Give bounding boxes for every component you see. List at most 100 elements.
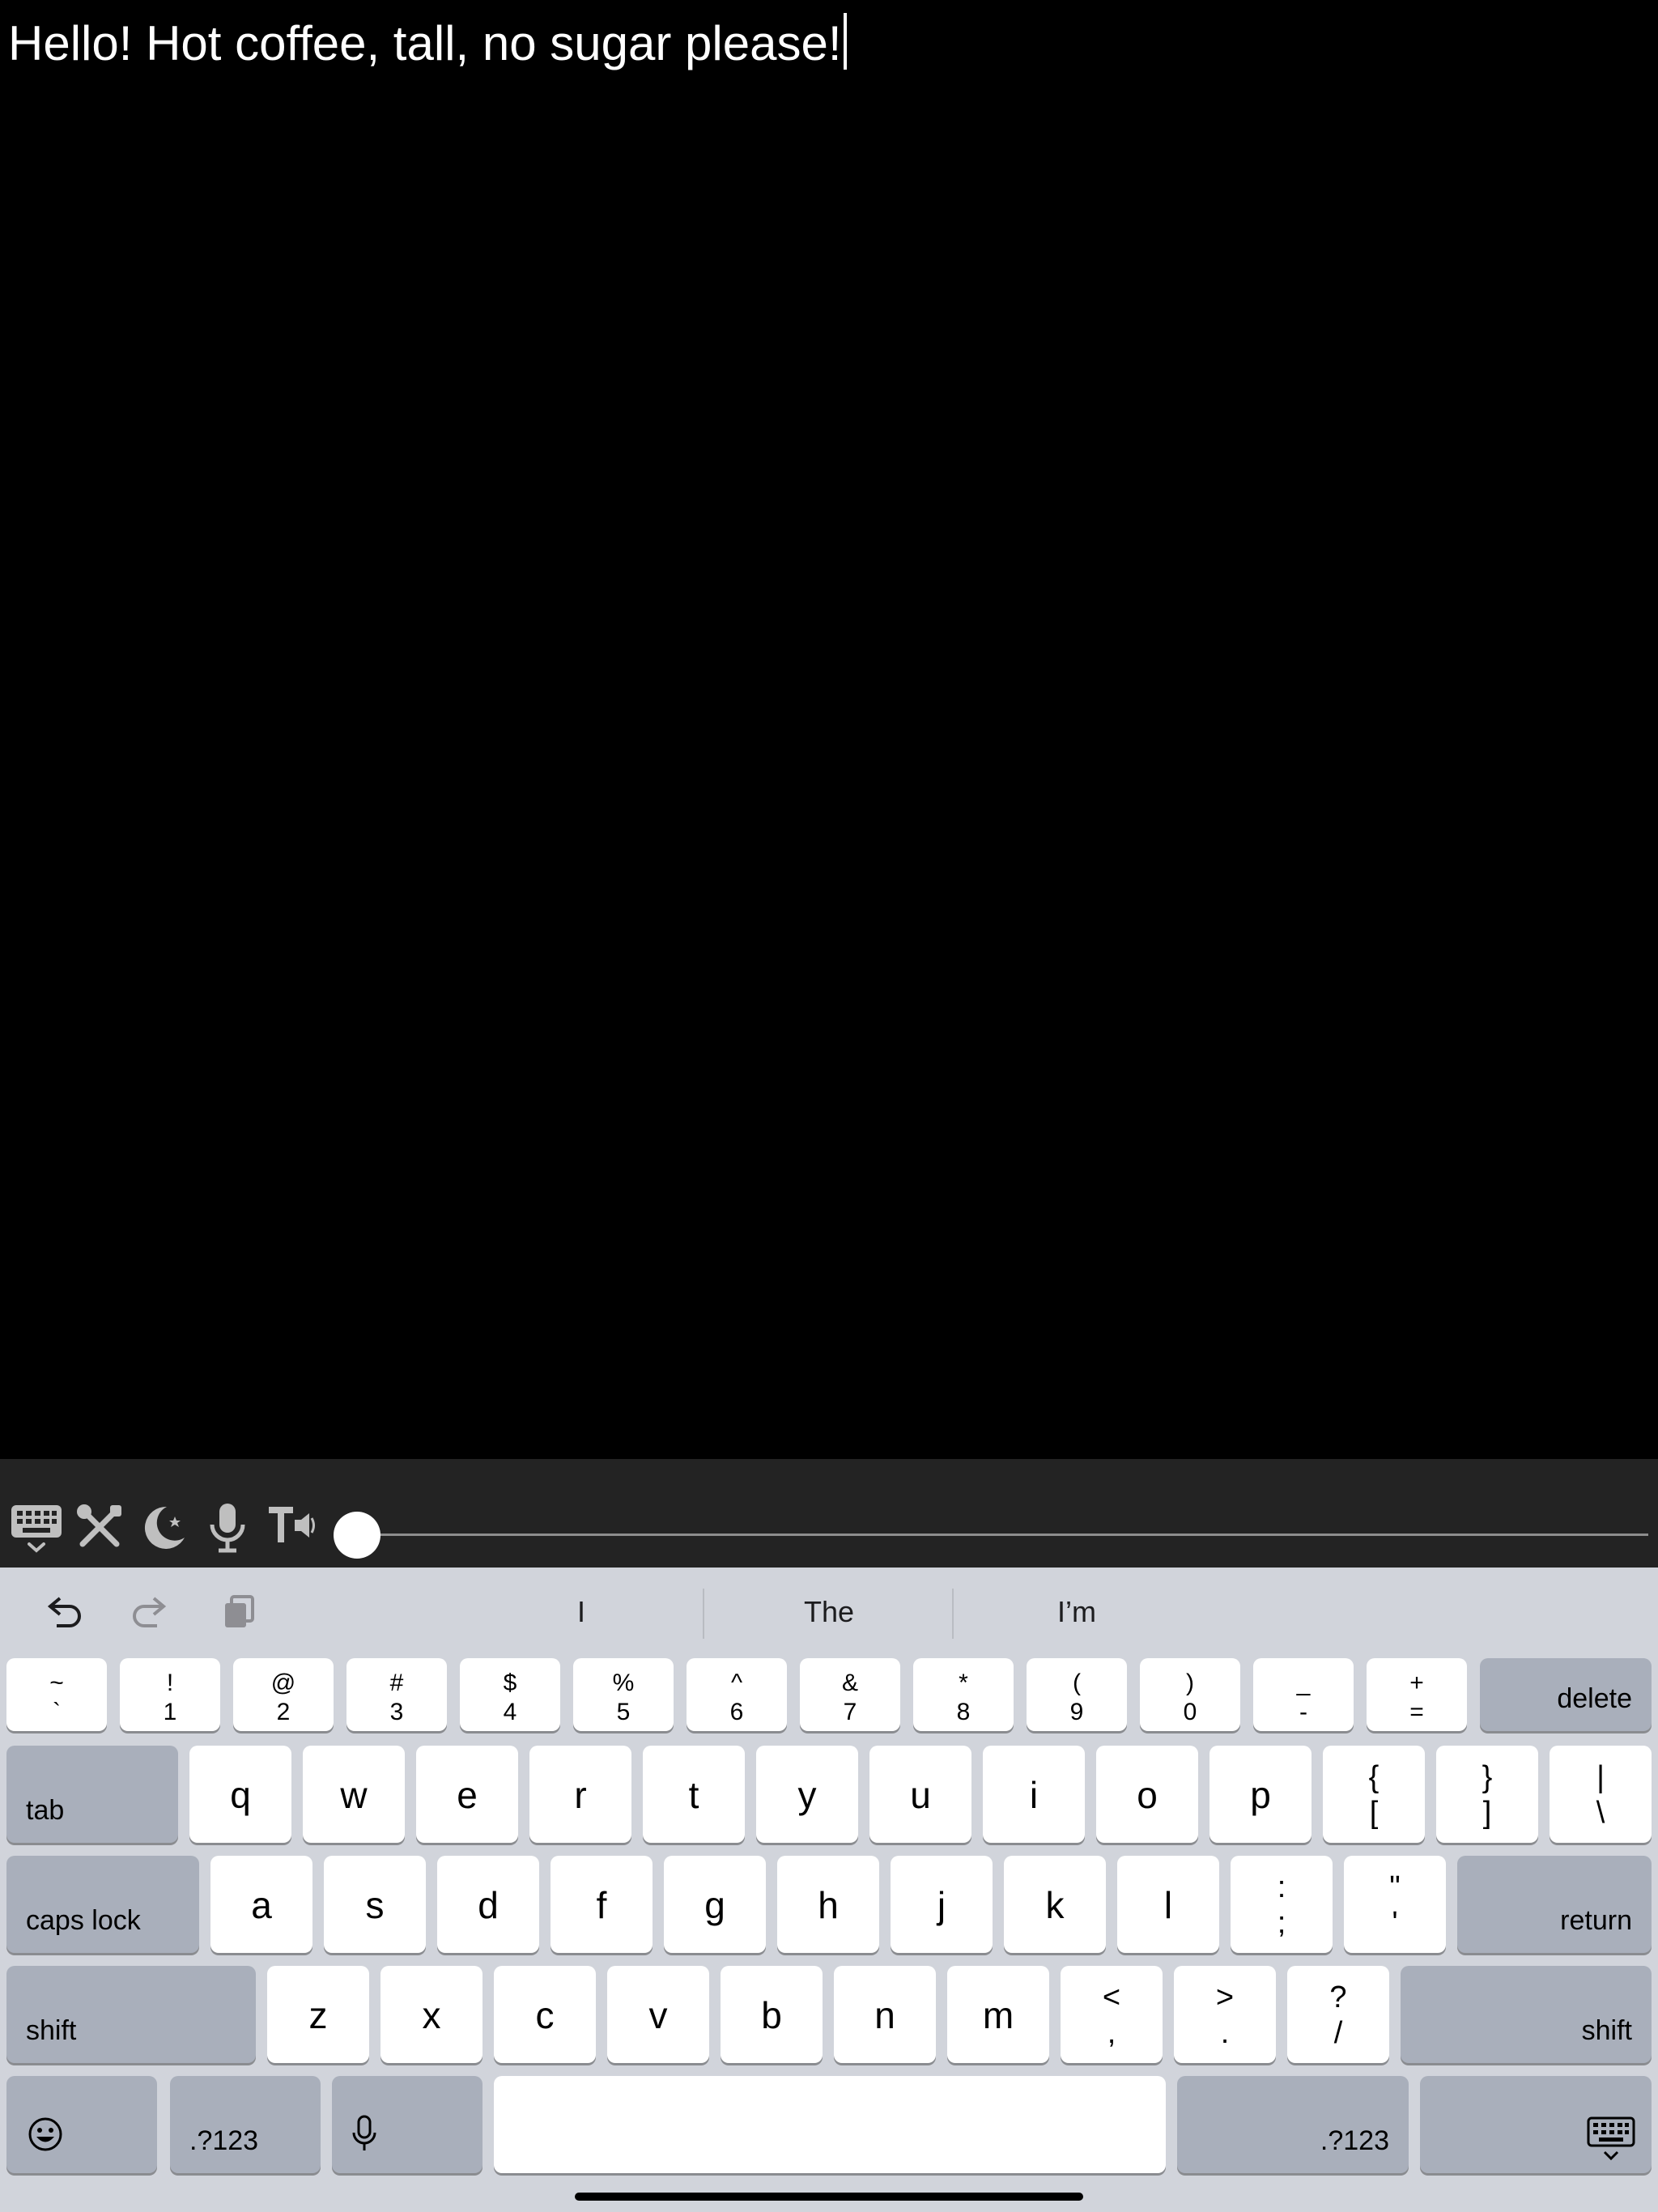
speech-rate-slider-track[interactable] (356, 1534, 1648, 1536)
key-letter: e (457, 1774, 478, 1816)
text-to-speech-icon[interactable] (267, 1502, 317, 1547)
key-symbol-top: ^ (730, 1670, 743, 1696)
key-6[interactable]: ^ 6 (687, 1658, 787, 1731)
key-1[interactable]: ! 1 (120, 1658, 220, 1731)
key-5[interactable]: % 5 (573, 1658, 674, 1731)
key-right-bracket[interactable]: }] (1436, 1746, 1538, 1843)
typed-text-content: Hello! Hot coffee, tall, no sugar please… (8, 16, 842, 70)
numbers-key-left[interactable]: .?123 (170, 2076, 321, 2173)
key-symbol-top: { (1368, 1760, 1380, 1794)
key-equals[interactable]: + = (1367, 1658, 1467, 1731)
key-letter: f (596, 1884, 607, 1926)
paste-icon[interactable] (222, 1593, 257, 1631)
key-i[interactable]: i (983, 1746, 1085, 1843)
key-backslash[interactable]: | \ (1550, 1746, 1652, 1843)
key-j[interactable]: j (891, 1856, 993, 1953)
key-minus[interactable]: _ - (1253, 1658, 1354, 1731)
key-symbol-bottom: 7 (843, 1699, 857, 1725)
key-letter: y (797, 1774, 817, 1816)
key-k[interactable]: k (1004, 1856, 1106, 1953)
numbers-key-label: .?123 (1320, 2125, 1389, 2156)
redo-icon[interactable] (130, 1593, 170, 1631)
key-symbol-bottom: 9 (1069, 1699, 1084, 1725)
key-z[interactable]: z (267, 1966, 369, 2063)
key-h[interactable]: h (777, 1856, 879, 1953)
speech-rate-slider-thumb[interactable] (334, 1512, 380, 1559)
undo-icon[interactable] (44, 1593, 84, 1631)
key-symbol-top: & (841, 1670, 858, 1696)
key-symbol-bottom: 1 (163, 1699, 177, 1725)
key-symbol-bottom: \ (1596, 1796, 1605, 1830)
key-symbol-bottom: , (1107, 2016, 1116, 2050)
key-backtick[interactable]: ~ ` (6, 1658, 107, 1731)
dismiss-keyboard-key[interactable] (1420, 2076, 1652, 2173)
key-u[interactable]: u (869, 1746, 971, 1843)
emoji-icon (28, 2117, 62, 2151)
key-q[interactable]: q (189, 1746, 291, 1843)
shift-key-right[interactable]: shift (1401, 1966, 1652, 2063)
key-semicolon[interactable]: :; (1231, 1856, 1333, 1953)
home-indicator[interactable] (575, 2193, 1083, 2201)
space-key[interactable] (494, 2076, 1166, 2173)
key-f[interactable]: f (551, 1856, 653, 1953)
night-mode-icon[interactable] (139, 1502, 189, 1552)
key-e[interactable]: e (416, 1746, 518, 1843)
key-n[interactable]: n (834, 1966, 936, 2063)
keyboard-hide-icon[interactable] (10, 1502, 63, 1559)
caps-lock-key[interactable]: caps lock (6, 1856, 199, 1953)
key-g[interactable]: g (664, 1856, 766, 1953)
key-0[interactable]: ) 0 (1140, 1658, 1240, 1731)
key-o[interactable]: o (1096, 1746, 1198, 1843)
key-9[interactable]: (9 (1027, 1658, 1127, 1731)
key-symbol-bottom: = (1409, 1699, 1424, 1725)
suggestion-2[interactable]: The (708, 1595, 950, 1629)
key-8[interactable]: * 8 (913, 1658, 1014, 1731)
key-symbol-bottom: 4 (503, 1699, 517, 1725)
key-v[interactable]: v (607, 1966, 709, 2063)
key-comma[interactable]: <, (1061, 1966, 1163, 2063)
numbers-key-right[interactable]: .?123 (1177, 2076, 1409, 2173)
key-quote[interactable]: " ' (1344, 1856, 1446, 1953)
delete-key[interactable]: delete (1480, 1658, 1652, 1731)
key-7[interactable]: & 7 (800, 1658, 900, 1731)
suggestion-3[interactable]: I’m (955, 1595, 1198, 1629)
return-key[interactable]: return (1457, 1856, 1652, 1953)
key-b[interactable]: b (721, 1966, 823, 2063)
key-l[interactable]: l (1117, 1856, 1219, 1953)
microphone-icon[interactable] (206, 1502, 249, 1555)
key-letter: o (1137, 1774, 1158, 1816)
key-m[interactable]: m (947, 1966, 1049, 2063)
key-letter: a (251, 1884, 272, 1926)
key-symbol-bottom: 0 (1183, 1699, 1197, 1725)
key-3[interactable]: #3 (346, 1658, 447, 1731)
dictation-key[interactable] (332, 2076, 483, 2173)
key-symbol-bottom: [ (1369, 1796, 1379, 1830)
key-2[interactable]: @2 (233, 1658, 334, 1731)
key-symbol-top: " (1389, 1870, 1401, 1904)
key-a[interactable]: a (210, 1856, 312, 1953)
key-symbol-top: ( (1073, 1670, 1081, 1696)
key-s[interactable]: s (324, 1856, 426, 1953)
typed-text[interactable]: Hello! Hot coffee, tall, no sugar please… (8, 11, 847, 76)
key-p[interactable]: p (1209, 1746, 1312, 1843)
key-letter: b (761, 1994, 782, 2036)
key-symbol-bottom: . (1220, 2016, 1230, 2050)
key-4[interactable]: $4 (460, 1658, 560, 1731)
emoji-key[interactable] (6, 2076, 157, 2173)
suggestion-1[interactable]: I (460, 1595, 703, 1629)
key-x[interactable]: x (380, 1966, 483, 2063)
tools-icon[interactable] (74, 1502, 125, 1552)
shift-key-left[interactable]: shift (6, 1966, 256, 2063)
key-c[interactable]: c (494, 1966, 596, 2063)
key-d[interactable]: d (437, 1856, 539, 1953)
key-left-bracket[interactable]: {[ (1323, 1746, 1425, 1843)
key-r[interactable]: r (529, 1746, 631, 1843)
key-w[interactable]: w (303, 1746, 405, 1843)
tab-key[interactable]: tab (6, 1746, 178, 1843)
key-period[interactable]: >. (1174, 1966, 1276, 2063)
key-t[interactable]: t (643, 1746, 745, 1843)
key-slash[interactable]: ? / (1287, 1966, 1389, 2063)
key-symbol-top: ! (166, 1670, 174, 1696)
key-y[interactable]: y (756, 1746, 858, 1843)
text-editor-area[interactable]: Hello! Hot coffee, tall, no sugar please… (0, 0, 1658, 1459)
